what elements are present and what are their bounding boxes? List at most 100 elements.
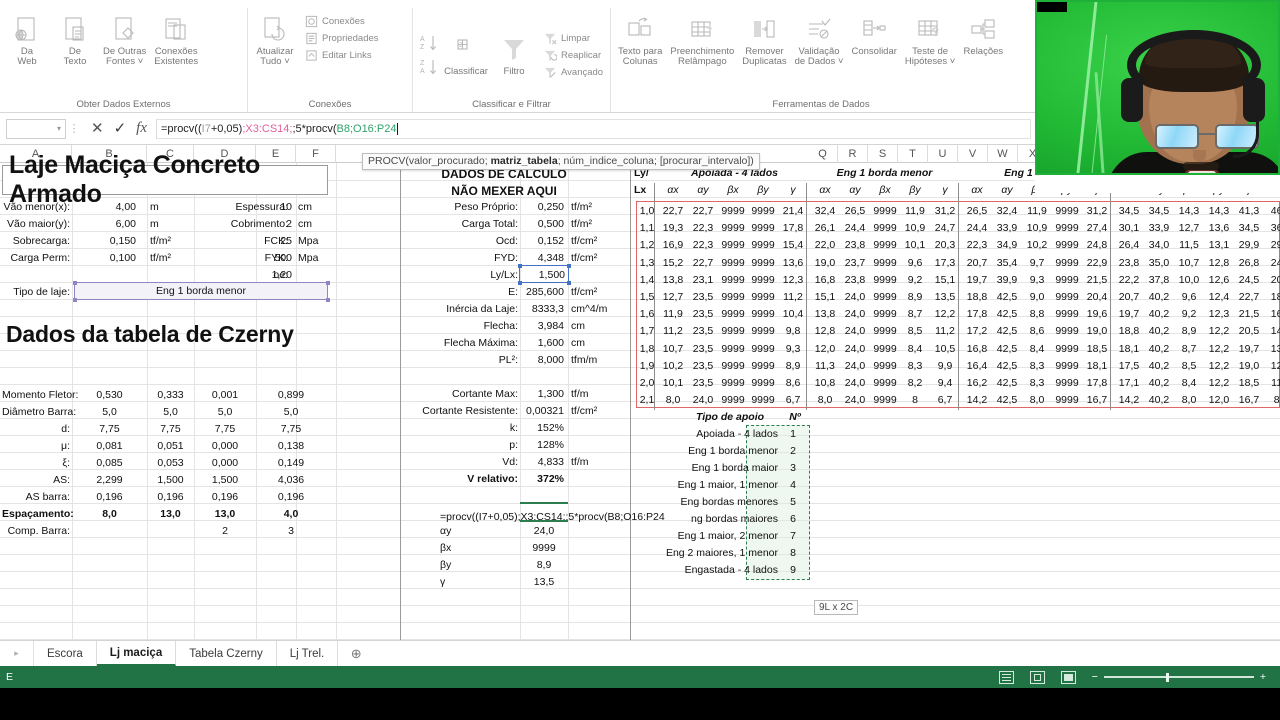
czerny-data-cell[interactable]: 12,3 xyxy=(1204,309,1234,320)
czerny-cell[interactable]: 0,051 xyxy=(147,441,194,452)
czerny-data-cell[interactable]: 22,9 xyxy=(1082,258,1112,269)
ribbon-button-limpar[interactable]: Limpar xyxy=(541,31,606,46)
czerny-data-cell[interactable]: 24,0 xyxy=(840,361,870,372)
czerny-data-cell[interactable]: 12,6 xyxy=(1266,361,1280,372)
column-header-w[interactable]: W xyxy=(988,145,1018,163)
czerny-data-cell[interactable]: 26,8 xyxy=(1234,258,1264,269)
czerny-data-cell[interactable]: 33,9 xyxy=(992,223,1022,234)
czerny-data-cell[interactable]: 34,5 xyxy=(1234,223,1264,234)
tipo-apoio-number[interactable]: 8 xyxy=(780,548,806,559)
czerny-cell[interactable]: 5,0 xyxy=(72,407,147,418)
czerny-cell[interactable]: 2,299 xyxy=(72,475,147,486)
czerny-data-cell[interactable]: 9,0 xyxy=(1022,292,1052,303)
czerny-data-cell[interactable]: 8,0 xyxy=(1266,395,1280,406)
column-header-q[interactable]: Q xyxy=(808,145,838,163)
sheet-tab-lj-trel[interactable]: Lj Trel. xyxy=(277,641,339,666)
name-box[interactable]: ▾ xyxy=(6,118,66,139)
czerny-data-cell[interactable]: 16,2 xyxy=(962,378,992,389)
value-carga-perm[interactable]: 0,100 xyxy=(74,253,136,264)
czerny-data-cell[interactable]: 18,1 xyxy=(1114,344,1144,355)
ribbon-button-conexoes[interactable]: Conexões xyxy=(302,14,382,29)
czerny-data-cell[interactable]: 24,0 xyxy=(840,378,870,389)
czerny-data-cell[interactable]: 8,5 xyxy=(1174,361,1204,372)
czerny-cell[interactable]: 13,0 xyxy=(194,509,256,520)
czerny-data-cell[interactable]: 19,0 xyxy=(810,258,840,269)
czerny-data-cell[interactable]: 9,3 xyxy=(1022,275,1052,286)
calc-value[interactable]: 0,00321 xyxy=(492,406,564,417)
czerny-data-cell[interactable]: 18,8 xyxy=(1114,326,1144,337)
czerny-data-cell[interactable]: 21,5 xyxy=(1082,275,1112,286)
czerny-data-cell[interactable]: 9999 xyxy=(718,326,748,337)
czerny-data-cell[interactable]: 12,4 xyxy=(1204,292,1234,303)
czerny-data-cell[interactable]: 12,0 xyxy=(1204,395,1234,406)
tipo-apoio-number[interactable]: 4 xyxy=(780,480,806,491)
czerny-data-cell[interactable]: 8,3 xyxy=(1022,361,1052,372)
czerny-data-cell[interactable]: 11,2 xyxy=(658,326,688,337)
czerny-data-cell[interactable]: 35,4 xyxy=(992,258,1022,269)
czerny-data-cell[interactable]: 24,0 xyxy=(840,344,870,355)
czerny-data-cell[interactable]: 10,1 xyxy=(658,378,688,389)
czerny-data-cell[interactable]: 13,8 xyxy=(658,275,688,286)
czerny-data-cell[interactable]: 16,8 xyxy=(810,275,840,286)
czerny-data-cell[interactable]: 14,3 xyxy=(1174,206,1204,217)
czerny-data-cell[interactable]: 9999 xyxy=(718,344,748,355)
czerny-data-cell[interactable]: 9999 xyxy=(1052,206,1082,217)
czerny-data-cell[interactable]: 34,5 xyxy=(1114,206,1144,217)
czerny-lx-value[interactable]: 1,5 xyxy=(634,292,660,303)
czerny-data-cell[interactable]: 9999 xyxy=(718,275,748,286)
value-oe[interactable]: 1,20 xyxy=(236,270,292,281)
tipo-apoio-label[interactable]: Eng 1 maior, 2 menor xyxy=(636,531,778,542)
czerny-data-cell[interactable]: 42,5 xyxy=(992,292,1022,303)
czerny-data-cell[interactable]: 37,8 xyxy=(1144,275,1174,286)
page-layout-icon[interactable] xyxy=(1029,670,1045,684)
tipo-apoio-label[interactable]: Eng 1 borda maior xyxy=(636,463,778,474)
czerny-data-cell[interactable]: 31,2 xyxy=(1082,206,1112,217)
czerny-data-cell[interactable]: 8,9 xyxy=(1174,326,1204,337)
czerny-data-cell[interactable]: 13,5 xyxy=(930,292,960,303)
czerny-data-cell[interactable]: 9999 xyxy=(718,395,748,406)
czerny-data-cell[interactable]: 33,9 xyxy=(1144,223,1174,234)
czerny-lx-value[interactable]: 1,2 xyxy=(634,240,660,251)
calc-value[interactable]: 1,300 xyxy=(500,389,564,400)
czerny-data-cell[interactable]: 8,3 xyxy=(900,361,930,372)
czerny-data-cell[interactable]: 16,7 xyxy=(1082,395,1112,406)
normal-view-icon[interactable] xyxy=(998,670,1014,684)
czerny-data-cell[interactable]: 34,9 xyxy=(992,240,1022,251)
czerny-data-cell[interactable]: 12,6 xyxy=(1204,275,1234,286)
czerny-data-cell[interactable]: 20,3 xyxy=(930,240,960,251)
czerny-data-cell[interactable]: 9999 xyxy=(718,378,748,389)
value-vao-menor[interactable]: 4,00 xyxy=(74,202,136,213)
czerny-data-cell[interactable]: 24,0 xyxy=(840,395,870,406)
czerny-data-cell[interactable]: 32,4 xyxy=(992,206,1022,217)
czerny-data-cell[interactable]: 42,5 xyxy=(992,326,1022,337)
czerny-data-cell[interactable]: 18,5 xyxy=(1082,344,1112,355)
czerny-data-cell[interactable]: 6,7 xyxy=(930,395,960,406)
czerny-data-cell[interactable]: 18,1 xyxy=(1082,361,1112,372)
czerny-data-cell[interactable]: 18,1 xyxy=(1266,292,1280,303)
czerny-data-cell[interactable]: 9999 xyxy=(1052,344,1082,355)
czerny-data-cell[interactable]: 9999 xyxy=(748,344,778,355)
czerny-data-cell[interactable]: 12,7 xyxy=(1174,223,1204,234)
czerny-data-cell[interactable]: 24,5 xyxy=(1234,275,1264,286)
czerny-data-cell[interactable]: 26,1 xyxy=(810,223,840,234)
zoom-out-button[interactable]: − xyxy=(1092,671,1098,683)
tipo-apoio-number[interactable]: 1 xyxy=(780,429,806,440)
calc-value[interactable]: 3,984 xyxy=(500,321,564,332)
ribbon-button-validacao-de-dados[interactable]: Validação de Dados ˅ xyxy=(792,11,847,69)
czerny-data-cell[interactable]: 18,5 xyxy=(1234,378,1264,389)
czerny-data-cell[interactable]: 27,4 xyxy=(1082,223,1112,234)
czerny-cell[interactable]: 13,0 xyxy=(147,509,194,520)
czerny-data-cell[interactable]: 23,8 xyxy=(840,275,870,286)
ribbon-button-relacoes[interactable]: Relações xyxy=(960,11,1006,59)
czerny-data-cell[interactable]: 11,9 xyxy=(1022,206,1052,217)
czerny-data-cell[interactable]: 12,2 xyxy=(1204,361,1234,372)
czerny-data-cell[interactable]: 18,8 xyxy=(962,292,992,303)
czerny-data-cell[interactable]: 46,1 xyxy=(1266,206,1280,217)
sheet-tab-lj-macica[interactable]: Lj maciça xyxy=(96,641,177,666)
czerny-data-cell[interactable]: 15,2 xyxy=(658,258,688,269)
czerny-data-cell[interactable]: 9999 xyxy=(1052,240,1082,251)
sheet-nav-arrows[interactable]: ▸ xyxy=(0,641,34,666)
calc-value[interactable]: 0,152 xyxy=(500,236,564,247)
czerny-data-cell[interactable]: 15,1 xyxy=(810,292,840,303)
czerny-data-cell[interactable]: 23,5 xyxy=(688,326,718,337)
